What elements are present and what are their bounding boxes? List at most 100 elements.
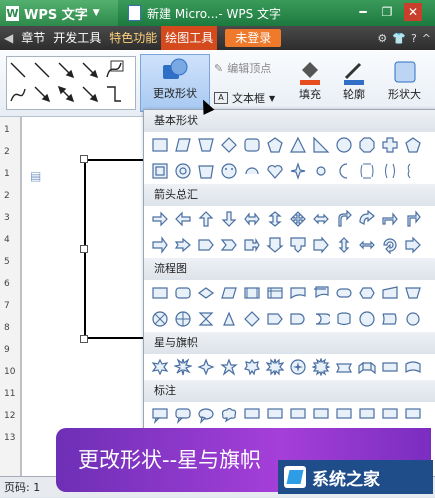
flowchart-shape-icon[interactable] — [220, 310, 238, 328]
shape-style-button[interactable]: 形状大 — [388, 58, 421, 102]
menu-item-dev-tools[interactable]: 开发工具 — [49, 26, 105, 50]
fill-button[interactable]: 填充 — [296, 58, 324, 102]
restore-button[interactable]: ❐ — [378, 3, 396, 21]
basic-shape-icon[interactable] — [151, 136, 169, 154]
basic-shape-icon[interactable] — [289, 162, 307, 180]
basic-shape-icon[interactable] — [266, 136, 284, 154]
basic-shape-icon[interactable] — [174, 136, 192, 154]
callout-shape-icon[interactable] — [358, 406, 376, 424]
flowchart-shape-icon[interactable] — [197, 284, 215, 302]
basic-shape-icon[interactable] — [404, 162, 422, 180]
callout-shape-icon[interactable] — [289, 406, 307, 424]
arrow-shape-icon[interactable] — [289, 210, 307, 228]
help-icon[interactable]: ? — [411, 32, 417, 45]
flowchart-shape-icon[interactable] — [266, 284, 284, 302]
flowchart-shape-icon[interactable] — [220, 284, 238, 302]
arrow-shape-icon[interactable] — [381, 210, 399, 228]
callout-shape-icon[interactable] — [266, 406, 284, 424]
arrow-shape-icon[interactable] — [404, 236, 422, 254]
close-button[interactable]: ✕ — [404, 3, 422, 21]
arrow-shape-icon[interactable] — [335, 210, 353, 228]
arrow-shape-icon[interactable] — [358, 236, 376, 254]
arrow-shape-icon[interactable] — [243, 210, 261, 228]
basic-shape-icon[interactable] — [197, 162, 215, 180]
basic-shape-icon[interactable] — [151, 162, 169, 180]
basic-shape-icon[interactable] — [335, 162, 353, 180]
star-banner-shape-icon[interactable] — [335, 358, 353, 376]
flowchart-shape-icon[interactable] — [404, 284, 422, 302]
flowchart-shape-icon[interactable] — [381, 284, 399, 302]
arrow-shape-icon[interactable] — [266, 236, 284, 254]
arrow-shape-icon[interactable] — [381, 236, 399, 254]
flowchart-shape-icon[interactable] — [243, 310, 261, 328]
flowchart-shape-icon[interactable] — [381, 310, 399, 328]
callout-shape-icon[interactable] — [312, 406, 330, 424]
skin-icon[interactable]: 👕 — [392, 32, 406, 45]
menu-item-chapter[interactable]: 章节 — [17, 26, 49, 50]
arrow-shape-icon[interactable] — [312, 210, 330, 228]
basic-shape-icon[interactable] — [381, 162, 399, 180]
star-banner-shape-icon[interactable] — [381, 358, 399, 376]
flowchart-shape-icon[interactable] — [174, 310, 192, 328]
star-banner-shape-icon[interactable] — [289, 358, 307, 376]
basic-shape-icon[interactable] — [381, 136, 399, 154]
callout-shape-icon[interactable] — [220, 406, 238, 424]
star-banner-shape-icon[interactable] — [312, 358, 330, 376]
flowchart-shape-icon[interactable] — [243, 284, 261, 302]
arrow-shape-icon[interactable] — [151, 236, 169, 254]
arrow-shape-icon[interactable] — [220, 210, 238, 228]
resize-handle[interactable] — [80, 245, 88, 253]
callout-shape-icon[interactable] — [151, 406, 169, 424]
arrow-shape-icon[interactable] — [174, 236, 192, 254]
arrow-shape-icon[interactable] — [220, 236, 238, 254]
arrow-shape-icon[interactable] — [358, 210, 376, 228]
minimize-button[interactable]: ━ — [354, 3, 372, 21]
document-tab[interactable]: 新建 Micro...- WPS 文字 — [128, 0, 318, 26]
flowchart-shape-icon[interactable] — [289, 284, 307, 302]
flowchart-shape-icon[interactable] — [151, 284, 169, 302]
star-banner-shape-icon[interactable] — [404, 358, 422, 376]
basic-shape-icon[interactable] — [243, 162, 261, 180]
resize-handle[interactable] — [80, 335, 88, 343]
textbox-button[interactable]: A 文本框 ▼ — [214, 90, 275, 106]
flowchart-shape-icon[interactable] — [312, 284, 330, 302]
callout-shape-icon[interactable] — [335, 406, 353, 424]
callout-shape-icon[interactable] — [174, 406, 192, 424]
arrow-shape-icon[interactable] — [243, 236, 261, 254]
star-banner-shape-icon[interactable] — [174, 358, 192, 376]
basic-shape-icon[interactable] — [266, 162, 284, 180]
basic-shape-icon[interactable] — [312, 136, 330, 154]
menu-item-drawing-tools[interactable]: 绘图工具 — [161, 26, 218, 50]
flowchart-shape-icon[interactable] — [358, 310, 376, 328]
arrow-shape-icon[interactable] — [335, 236, 353, 254]
outline-button[interactable]: 轮廓 — [340, 58, 368, 102]
flowchart-shape-icon[interactable] — [358, 284, 376, 302]
arrow-shape-icon[interactable] — [312, 236, 330, 254]
basic-shape-icon[interactable] — [312, 162, 330, 180]
resize-handle[interactable] — [80, 155, 88, 163]
menu-item-special-features[interactable]: 特色功能 — [105, 26, 161, 50]
edit-points-button[interactable]: ✎ 编辑顶点 — [214, 60, 271, 76]
basic-shape-icon[interactable] — [220, 136, 238, 154]
basic-shape-icon[interactable] — [404, 136, 422, 154]
document-page[interactable]: ▤ — [22, 117, 154, 476]
callout-shape-icon[interactable] — [243, 406, 261, 424]
flowchart-shape-icon[interactable] — [335, 310, 353, 328]
arrow-shape-icon[interactable] — [266, 210, 284, 228]
basic-shape-icon[interactable] — [358, 136, 376, 154]
app-menu-button[interactable]: W WPS 文字 ▼ — [0, 0, 118, 26]
star-banner-shape-icon[interactable] — [151, 358, 169, 376]
flowchart-shape-icon[interactable] — [404, 310, 422, 328]
arrow-shape-icon[interactable] — [404, 210, 422, 228]
flowchart-shape-icon[interactable] — [289, 310, 307, 328]
callout-shape-icon[interactable] — [381, 406, 399, 424]
flowchart-shape-icon[interactable] — [312, 310, 330, 328]
flowchart-shape-icon[interactable] — [266, 310, 284, 328]
basic-shape-icon[interactable] — [289, 136, 307, 154]
arrow-shape-icon[interactable] — [289, 236, 307, 254]
login-button[interactable]: 未登录 — [225, 29, 282, 47]
flowchart-shape-icon[interactable] — [197, 310, 215, 328]
shape-gallery[interactable] — [6, 56, 136, 110]
settings-icon[interactable]: ⚙ — [377, 32, 387, 45]
basic-shape-icon[interactable] — [197, 136, 215, 154]
